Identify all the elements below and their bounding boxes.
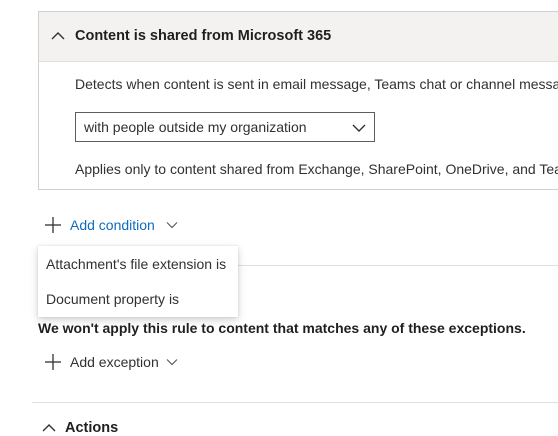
add-exception-label: Add exception bbox=[70, 354, 159, 370]
section-divider bbox=[238, 265, 558, 266]
scope-dropdown-value: with people outside my organization bbox=[84, 119, 307, 135]
chevron-up-icon[interactable] bbox=[42, 421, 56, 435]
section-divider bbox=[32, 402, 558, 403]
chevron-up-icon[interactable] bbox=[51, 29, 65, 43]
plus-icon bbox=[45, 354, 61, 370]
menu-item-label: Document property is bbox=[46, 291, 180, 307]
plus-icon bbox=[45, 217, 61, 233]
chevron-down-icon bbox=[166, 359, 178, 366]
menu-item-file-extension[interactable]: Attachment's file extension is bbox=[38, 247, 238, 281]
menu-item-document-property[interactable]: Document property is bbox=[38, 282, 238, 316]
actions-section-title: Actions bbox=[65, 420, 119, 436]
menu-item-label: Attachment's file extension is bbox=[46, 256, 227, 272]
add-condition-menu: Attachment's file extension is Document … bbox=[38, 246, 238, 317]
condition-card-title: Content is shared from Microsoft 365 bbox=[75, 28, 332, 44]
condition-card-description: Detects when content is sent in email me… bbox=[75, 76, 558, 92]
chevron-down-icon bbox=[166, 222, 178, 229]
chevron-down-icon bbox=[352, 124, 366, 132]
add-condition-label: Add condition bbox=[70, 217, 155, 233]
scope-dropdown[interactable]: with people outside my organization bbox=[75, 112, 375, 142]
condition-card-note: Applies only to content shared from Exch… bbox=[75, 161, 558, 177]
exceptions-description: We won't apply this rule to content that… bbox=[38, 320, 526, 336]
